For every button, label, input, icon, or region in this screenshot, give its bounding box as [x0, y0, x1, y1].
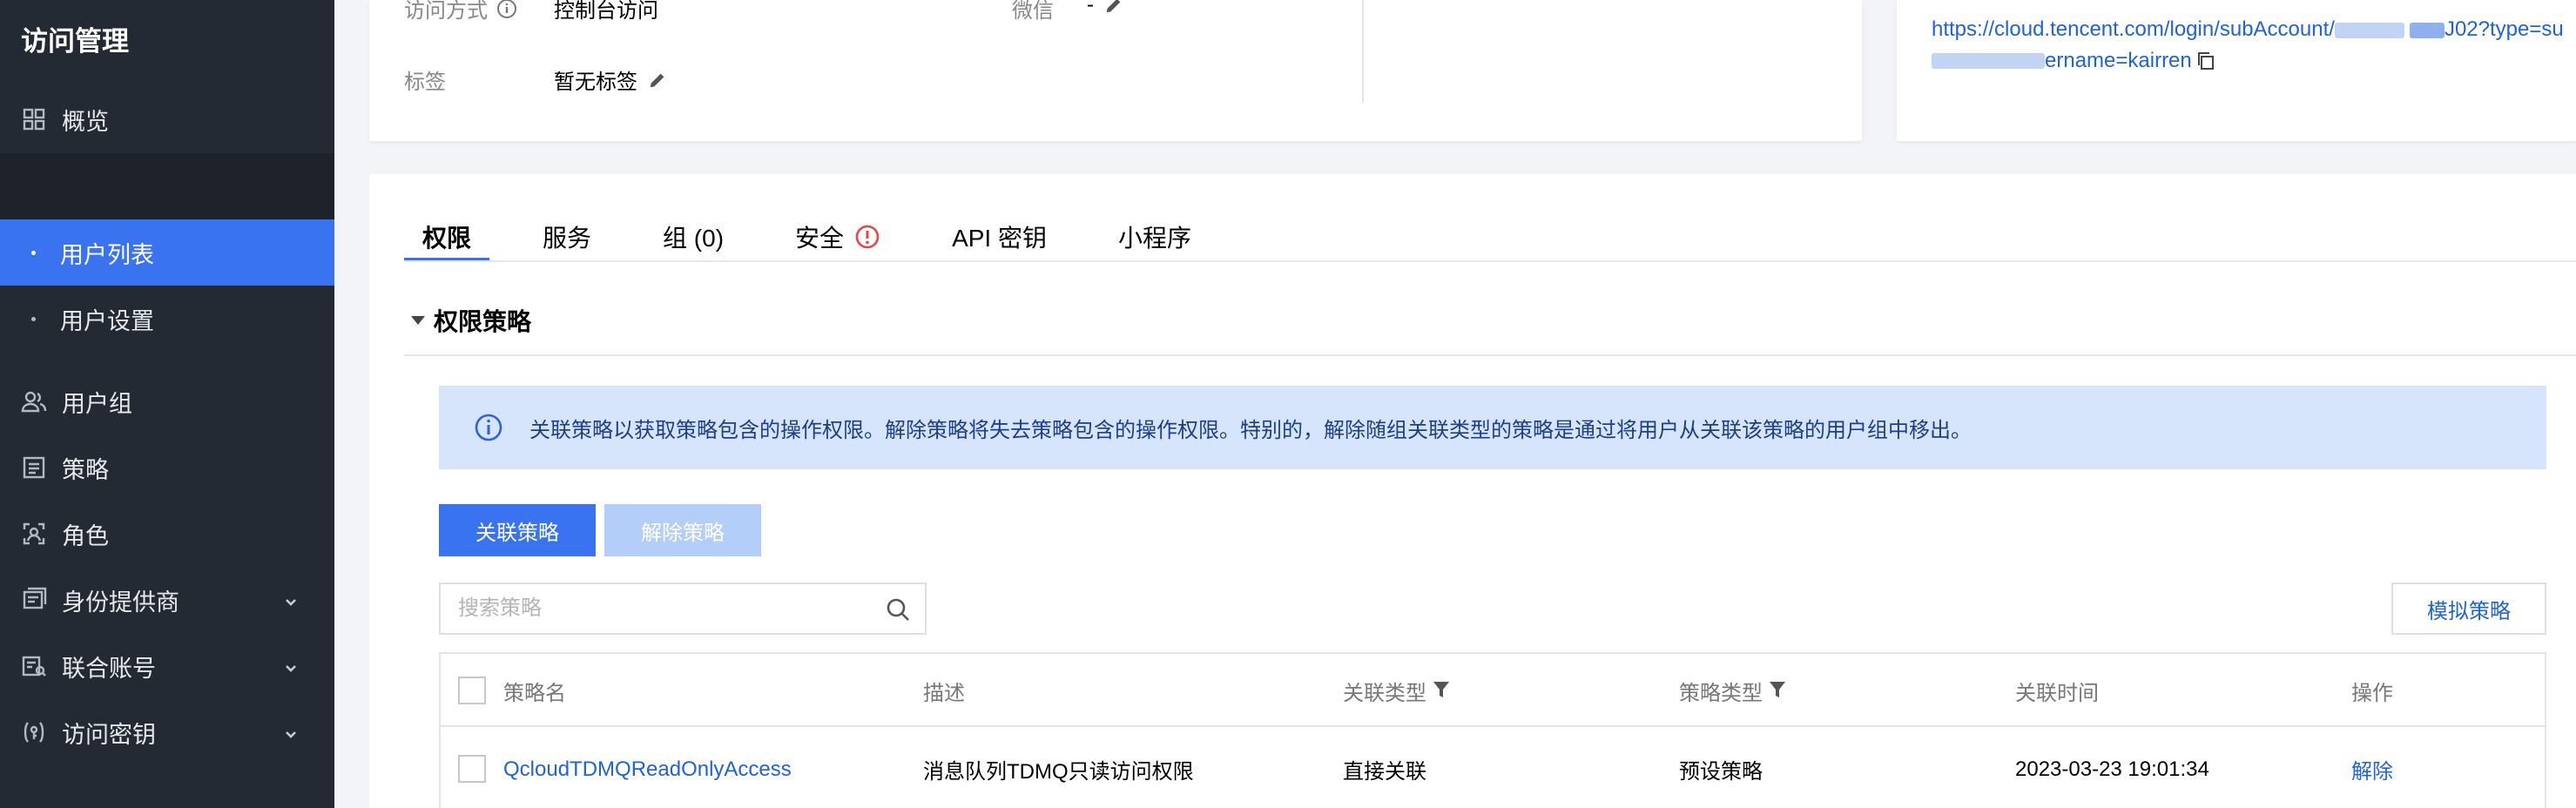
- sidebar-item-label: 访问密钥: [62, 721, 156, 748]
- column-header-operations: 操作: [2351, 681, 2393, 705]
- chevron-down-icon: [282, 589, 300, 607]
- federated-account-icon: [20, 652, 48, 680]
- sidebar-item-label: 身份提供商: [62, 589, 179, 616]
- chevron-down-icon: [282, 656, 300, 673]
- sidebar-item-user-list[interactable]: 用户列表: [0, 219, 334, 286]
- copy-icon[interactable]: [2195, 50, 2216, 71]
- policy-type: 预设策略: [1679, 760, 1763, 784]
- column-header-association-type: 关联类型: [1343, 654, 1449, 727]
- bullet-icon: [31, 250, 36, 255]
- tab-groups[interactable]: 组 (0): [644, 212, 742, 261]
- detach-policy-button[interactable]: 解除策略: [604, 504, 761, 556]
- search-icon[interactable]: [885, 596, 911, 623]
- sidebar-item-identity-providers[interactable]: 身份提供商: [0, 568, 334, 632]
- table-header: 策略名 描述 关联类型 策略类型 关联时间 操作: [441, 654, 2545, 727]
- edit-icon[interactable]: [1094, 0, 1123, 15]
- edit-icon[interactable]: [637, 71, 667, 90]
- association-time: 2023-03-23 19:01:34: [2015, 757, 2209, 781]
- info-notice: 关联策略以获取策略包含的操作权限。解除策略将失去策略包含的操作权限。特别的，解除…: [439, 386, 2546, 469]
- sidebar-item-label: 用户设置: [60, 307, 154, 334]
- row-checkbox[interactable]: [458, 755, 486, 783]
- sidebar-item-access-keys[interactable]: 访问密钥: [0, 700, 334, 764]
- notice-text: 关联策略以获取策略包含的操作权限。解除策略将失去策略包含的操作权限。特别的，解除…: [529, 418, 1972, 442]
- filter-icon[interactable]: [1763, 682, 1785, 699]
- sidebar-item-label: 角色: [62, 522, 109, 549]
- tab-divider: [404, 260, 2576, 262]
- tab-api-keys[interactable]: API 密钥: [934, 212, 1065, 261]
- info-icon: [474, 413, 503, 442]
- access-method-value: 控制台访问: [554, 0, 658, 23]
- tab-security[interactable]: 安全: [777, 212, 899, 261]
- access-method-label: 访问方式: [404, 0, 517, 24]
- warning-icon: [854, 224, 880, 250]
- user-info-card: 访问方式 控制台访问 标签 暂无标签 微信 -: [369, 0, 1862, 141]
- policy-description: 消息队列TDMQ只读访问权限: [923, 760, 1194, 784]
- access-key-icon: [20, 718, 48, 746]
- policy-search-box: [439, 582, 927, 635]
- policy-name-link[interactable]: QcloudTDMQReadOnlyAccess: [503, 729, 792, 808]
- tags-value: 暂无标签: [554, 64, 667, 95]
- sidebar-item-roles[interactable]: 角色: [0, 502, 334, 566]
- select-all-checkbox[interactable]: [458, 677, 486, 704]
- column-header-association-time: 关联时间: [2015, 681, 2099, 705]
- section-divider: [404, 354, 2576, 356]
- bullet-icon: [31, 316, 36, 321]
- chevron-down-icon: [282, 722, 300, 739]
- tab-mini-programs[interactable]: 小程序: [1100, 212, 1210, 261]
- info-icon: [496, 0, 517, 19]
- column-header-policy-type: 策略类型: [1679, 654, 1785, 727]
- sidebar-item-label: 用户列表: [60, 241, 154, 268]
- sidebar-item-label: 策略: [62, 456, 109, 483]
- wechat-value: -: [1087, 0, 1123, 17]
- redacted-text: [1932, 53, 2045, 69]
- sidebar-item-label: 联合账号: [62, 655, 156, 682]
- tab-bar: 权限 服务 组 (0) 安全 API 密钥 小程序: [404, 212, 1244, 261]
- sidebar-item-label: 概览: [62, 108, 109, 135]
- attach-policy-button[interactable]: 关联策略: [439, 504, 596, 556]
- policy-table: 策略名 描述 关联类型 策略类型 关联时间 操作 QcloudTDMQReadO…: [439, 652, 2546, 808]
- sidebar-item-label: 用户组: [62, 390, 132, 417]
- detach-row-button[interactable]: 解除: [2351, 729, 2393, 808]
- sidebar-item-user-settings[interactable]: 用户设置: [0, 286, 334, 352]
- divider: [1362, 0, 1364, 103]
- policy-search-input[interactable]: [458, 596, 867, 621]
- column-header-description: 描述: [923, 681, 965, 705]
- tab-services[interactable]: 服务: [524, 212, 610, 261]
- caret-down-icon: [411, 316, 425, 325]
- sidebar: 访问管理 概览 用户 用户列表 用户设置 用户组 策略: [0, 0, 334, 808]
- identity-provider-icon: [20, 586, 48, 614]
- tags-label: 标签: [404, 71, 446, 94]
- sidebar-item-federated-accounts[interactable]: 联合账号: [0, 634, 334, 698]
- wechat-label: 微信: [1012, 0, 1054, 23]
- user-group-icon: [20, 387, 48, 415]
- redacted-text: [2334, 22, 2404, 38]
- filter-icon[interactable]: [1426, 682, 1449, 699]
- simulate-policy-button[interactable]: 模拟策略: [2391, 582, 2546, 635]
- role-icon: [20, 520, 48, 548]
- user-detail-panel: 权限 服务 组 (0) 安全 API 密钥 小程序 权限策略 关联策略以获取策略…: [369, 174, 2576, 808]
- column-header-name: 策略名: [503, 681, 566, 705]
- sidebar-title: 访问管理: [21, 26, 129, 57]
- tab-permissions[interactable]: 权限: [404, 212, 490, 261]
- sidebar-item-overview[interactable]: 概览: [0, 87, 334, 152]
- policy-icon: [20, 454, 48, 481]
- sidebar-item-user-groups[interactable]: 用户组: [0, 369, 334, 434]
- dashboard-icon: [20, 105, 48, 133]
- association-type: 直接关联: [1343, 760, 1426, 784]
- permission-policies-section-toggle[interactable]: 权限策略: [411, 303, 531, 338]
- login-url-line1[interactable]: https://cloud.tencent.com/login/subAccou…: [1932, 17, 2564, 42]
- redacted-text: [2409, 22, 2445, 38]
- sidebar-item-policies[interactable]: 策略: [0, 435, 334, 500]
- table-row: QcloudTDMQReadOnlyAccess 消息队列TDMQ只读访问权限 …: [441, 729, 2545, 808]
- login-url-line2[interactable]: ername=kairren: [1932, 49, 2216, 73]
- login-link-card: https://cloud.tencent.com/login/subAccou…: [1897, 0, 2576, 141]
